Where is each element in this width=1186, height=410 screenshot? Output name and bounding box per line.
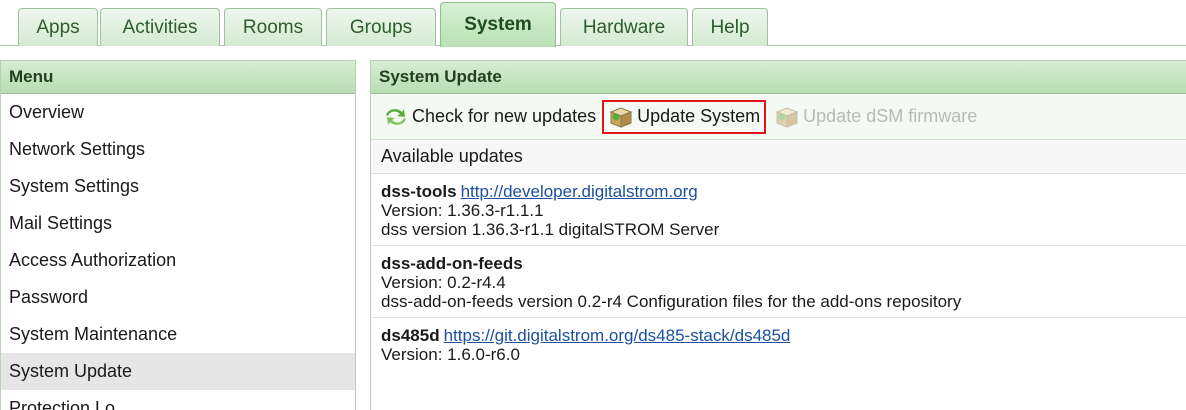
package-name: ds485d bbox=[381, 326, 440, 345]
package-description: dss version 1.36.3-r1.1 digitalSTROM Ser… bbox=[381, 220, 720, 239]
sidebar-item-system-maintenance[interactable]: System Maintenance bbox=[1, 316, 355, 353]
sidebar-item-overview[interactable]: Overview bbox=[1, 94, 355, 131]
sidebar-title: Menu bbox=[1, 61, 355, 94]
system-update-panel: System Update Check for new updates Upda… bbox=[370, 60, 1186, 410]
package-version: Version: 0.2-r4.4 bbox=[381, 273, 506, 292]
sidebar-item-password[interactable]: Password bbox=[1, 279, 355, 316]
sidebar-menu: Menu Overview Network Settings System Se… bbox=[0, 60, 356, 410]
package-version: Version: 1.6.0-r6.0 bbox=[381, 345, 520, 364]
sidebar-item-protection-log[interactable]: Protection Lo... bbox=[1, 390, 355, 410]
update-system-label: Update System bbox=[637, 106, 761, 126]
package-name: dss-add-on-feeds bbox=[381, 254, 523, 273]
package-box-icon bbox=[609, 106, 633, 128]
package-version: Version: 1.36.3-r1.1.1 bbox=[381, 201, 544, 220]
tab-apps[interactable]: Apps bbox=[18, 8, 98, 46]
tab-groups[interactable]: Groups bbox=[326, 8, 436, 46]
main-tab-bar: Apps Activities Rooms Groups System Hard… bbox=[0, 0, 1186, 47]
package-link[interactable]: http://developer.digitalstrom.org bbox=[461, 182, 698, 201]
check-updates-button[interactable]: Check for new updates bbox=[379, 100, 600, 134]
package-link[interactable]: https://git.digitalstrom.org/ds485-stack… bbox=[444, 326, 791, 345]
sidebar-item-access-authorization[interactable]: Access Authorization bbox=[1, 242, 355, 279]
tab-activities[interactable]: Activities bbox=[100, 8, 220, 46]
sidebar-item-system-update[interactable]: System Update bbox=[1, 353, 355, 390]
sidebar-item-network-settings[interactable]: Network Settings bbox=[1, 131, 355, 168]
tab-help[interactable]: Help bbox=[692, 8, 768, 46]
tab-hardware[interactable]: Hardware bbox=[560, 8, 688, 46]
available-updates-title: Available updates bbox=[371, 140, 1186, 174]
check-updates-label: Check for new updates bbox=[412, 106, 597, 126]
list-item: ds485d https://git.digitalstrom.org/ds485… bbox=[371, 318, 1186, 370]
package-description: dss-add-on-feeds version 0.2-r4 Configur… bbox=[381, 292, 962, 311]
package-box-icon bbox=[775, 106, 799, 128]
sidebar-item-mail-settings[interactable]: Mail Settings bbox=[1, 205, 355, 242]
refresh-arrows-icon bbox=[386, 108, 406, 125]
tab-system[interactable]: System bbox=[440, 2, 556, 47]
sidebar-item-system-settings[interactable]: System Settings bbox=[1, 168, 355, 205]
panel-title: System Update bbox=[371, 61, 1186, 94]
update-toolbar: Check for new updates Update System Upda… bbox=[371, 94, 1186, 140]
package-name: dss-tools bbox=[381, 182, 457, 201]
update-system-button[interactable]: Update System bbox=[602, 99, 767, 134]
update-dsm-firmware-button[interactable]: Update dSM firmware bbox=[770, 100, 981, 134]
list-item: dss-add-on-feeds Version: 0.2-r4.4 dss-a… bbox=[371, 246, 1186, 318]
update-dsm-firmware-label: Update dSM firmware bbox=[803, 106, 978, 126]
list-item: dss-tools http://developer.digitalstrom.o… bbox=[371, 174, 1186, 246]
tab-rooms[interactable]: Rooms bbox=[224, 8, 322, 46]
